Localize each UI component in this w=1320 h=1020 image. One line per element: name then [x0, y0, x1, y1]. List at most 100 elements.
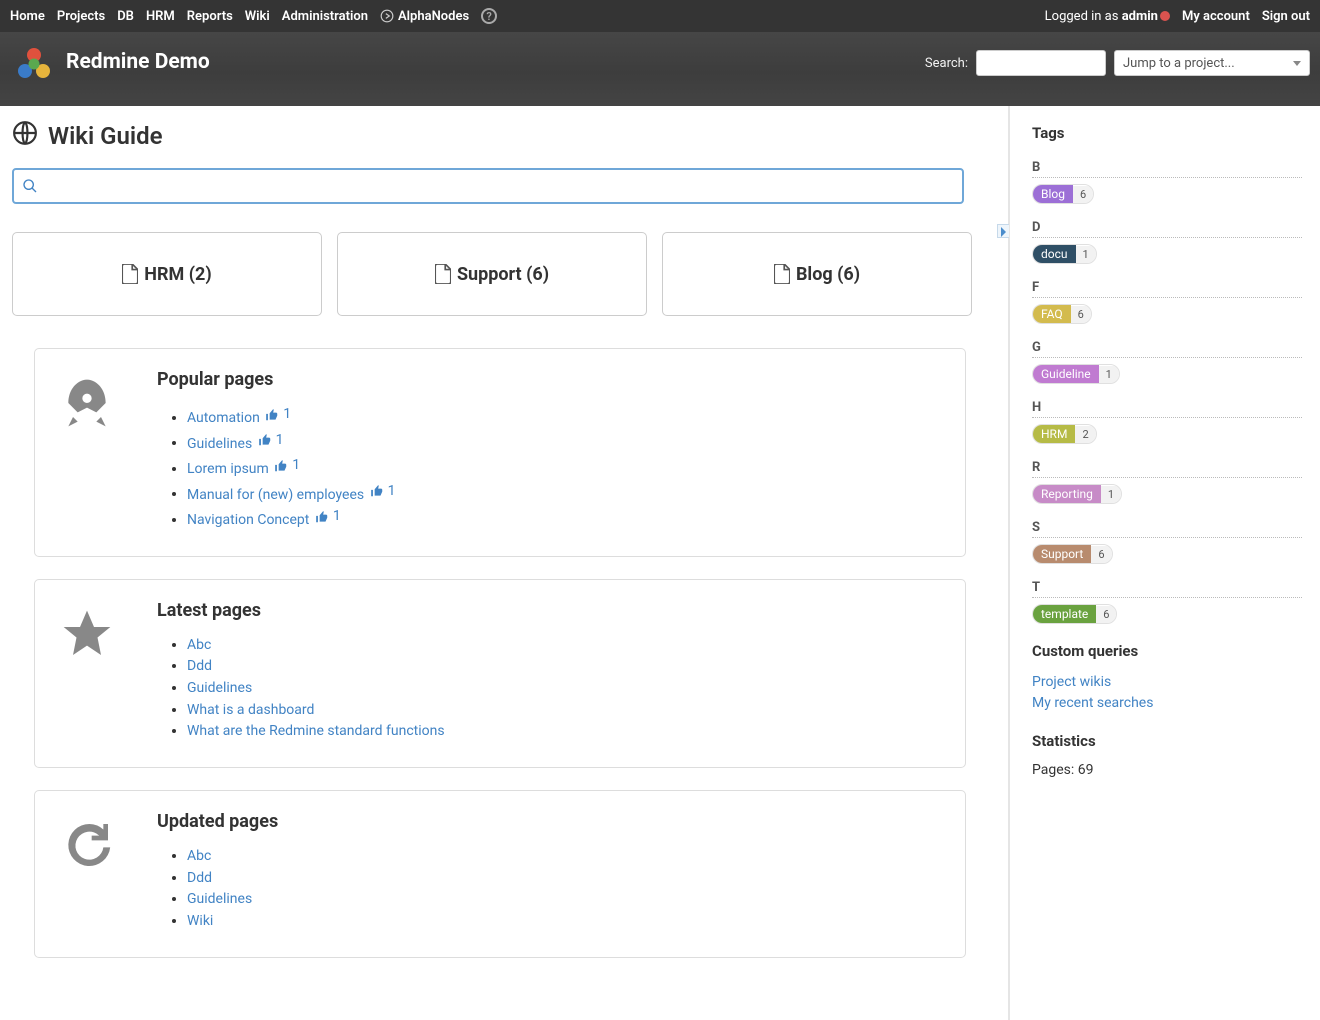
nav-reports[interactable]: Reports — [187, 9, 233, 24]
likes: 1 — [315, 506, 341, 528]
tag-count: 1 — [1076, 246, 1096, 263]
tag-pill[interactable]: Blog6 — [1032, 184, 1094, 204]
card-blog[interactable]: Blog (6) — [662, 232, 972, 316]
tag-pill[interactable]: FAQ6 — [1032, 304, 1092, 324]
tag-pill[interactable]: docu1 — [1032, 244, 1097, 264]
nav-db[interactable]: DB — [117, 9, 134, 24]
page-icon — [435, 264, 451, 284]
tag-count: 6 — [1091, 546, 1111, 563]
page-link[interactable]: Guidelines — [187, 891, 252, 907]
page-link[interactable]: Guidelines — [187, 435, 252, 451]
global-search-input[interactable] — [976, 50, 1106, 76]
logged-in-prefix: Logged in as — [1045, 9, 1122, 24]
card-label: HRM (2) — [144, 264, 211, 285]
likes: 1 — [274, 455, 300, 477]
nav-sign-out[interactable]: Sign out — [1262, 9, 1310, 24]
panel-heading: Popular pages — [157, 369, 395, 390]
thumbs-up-icon — [265, 408, 279, 422]
page-link[interactable]: Abc — [187, 848, 211, 864]
tag-name: Blog — [1033, 185, 1073, 203]
nav-my-account[interactable]: My account — [1182, 9, 1250, 24]
list-item: Guidelines — [187, 889, 278, 911]
updated-list: Abc Ddd Guidelines Wiki — [157, 846, 278, 933]
list-item: Guidelines — [187, 678, 445, 700]
app-logo-icon[interactable] — [14, 44, 54, 84]
tag-count: 1 — [1099, 366, 1119, 383]
tag-name: HRM — [1033, 425, 1075, 443]
tag-letter: H — [1032, 394, 1302, 418]
tag-letter: G — [1032, 334, 1302, 358]
page-link[interactable]: Automation — [187, 410, 260, 426]
tag-count: 6 — [1073, 186, 1093, 203]
likes: 1 — [370, 481, 396, 503]
tag-name: docu — [1033, 245, 1076, 263]
wiki-search-box[interactable] — [12, 168, 964, 204]
wiki-search-input[interactable] — [38, 170, 954, 202]
thumbs-up-icon — [315, 510, 329, 524]
statistics-heading: Statistics — [1032, 732, 1302, 750]
nav-alphanodes[interactable]: AlphaNodes — [380, 9, 469, 24]
nav-home[interactable]: Home — [10, 9, 45, 24]
tag-pill[interactable]: template6 — [1032, 604, 1117, 624]
likes-count: 1 — [388, 481, 396, 503]
tag-name: Reporting — [1033, 485, 1101, 503]
sidebar-collapse-handle[interactable] — [997, 224, 1009, 238]
panel-heading: Updated pages — [157, 811, 278, 832]
custom-query-link[interactable]: Project wikis — [1032, 674, 1111, 690]
custom-query-link[interactable]: My recent searches — [1032, 695, 1153, 711]
thumbs-up-icon — [258, 433, 272, 447]
help-icon[interactable]: ? — [481, 8, 497, 24]
rocket-icon — [55, 369, 119, 532]
list-item: Manual for (new) employees 1 — [187, 481, 395, 507]
likes-count: 1 — [333, 506, 341, 528]
page-link[interactable]: Lorem ipsum — [187, 461, 269, 477]
card-label: Support (6) — [457, 264, 549, 285]
tag-pill[interactable]: Guideline1 — [1032, 364, 1120, 384]
tag-letter: B — [1032, 154, 1302, 178]
search-label: Search: — [925, 56, 968, 71]
card-hrm[interactable]: HRM (2) — [12, 232, 322, 316]
card-support[interactable]: Support (6) — [337, 232, 647, 316]
list-item: Ddd — [187, 656, 445, 678]
page-link[interactable]: Wiki — [187, 913, 213, 929]
panel-updated: Updated pages Abc Ddd Guidelines Wiki — [34, 790, 966, 958]
page-link[interactable]: What are the Redmine standard functions — [187, 723, 445, 739]
star-icon — [55, 600, 119, 743]
nav-wiki[interactable]: Wiki — [245, 9, 270, 24]
page-link[interactable]: Ddd — [187, 870, 212, 886]
nav-administration[interactable]: Administration — [282, 9, 368, 24]
page-link[interactable]: Ddd — [187, 658, 212, 674]
app-title[interactable]: Redmine Demo — [66, 50, 210, 74]
nav-hrm[interactable]: HRM — [146, 9, 175, 24]
panel-latest: Latest pages Abc Ddd Guidelines What is … — [34, 579, 966, 768]
page-title-text: Wiki Guide — [48, 122, 163, 150]
tag-pill[interactable]: Support6 — [1032, 544, 1113, 564]
latest-list: Abc Ddd Guidelines What is a dashboard W… — [157, 635, 445, 743]
page-link[interactable]: Abc — [187, 637, 211, 653]
tag-count: 1 — [1101, 486, 1121, 503]
panel-popular: Popular pages Automation 1 Guidelines 1 … — [34, 348, 966, 557]
tag-count: 6 — [1071, 306, 1091, 323]
tag-name: Support — [1033, 545, 1091, 563]
page-link[interactable]: Guidelines — [187, 680, 252, 696]
tag-letter: T — [1032, 574, 1302, 598]
search-icon — [22, 178, 38, 194]
project-jump-select[interactable]: Jump to a project... — [1114, 50, 1310, 76]
panel-heading: Latest pages — [157, 600, 445, 621]
logged-in-user[interactable]: admin — [1122, 9, 1158, 24]
likes: 1 — [265, 404, 291, 426]
list-item: Guidelines 1 — [187, 430, 395, 456]
page-link[interactable]: What is a dashboard — [187, 702, 314, 718]
list-item: Ddd — [187, 868, 278, 890]
tag-name: FAQ — [1033, 305, 1071, 323]
page-link[interactable]: Navigation Concept — [187, 512, 309, 528]
likes-count: 1 — [292, 455, 300, 477]
tag-pill[interactable]: Reporting1 — [1032, 484, 1122, 504]
header: Redmine Demo Search: Jump to a project..… — [0, 32, 1320, 106]
popular-list: Automation 1 Guidelines 1 Lorem ipsum 1 … — [157, 404, 395, 532]
page-link[interactable]: Manual for (new) employees — [187, 486, 364, 502]
nav-projects[interactable]: Projects — [57, 9, 105, 24]
list-item: Lorem ipsum 1 — [187, 455, 395, 481]
tag-pill[interactable]: HRM2 — [1032, 424, 1097, 444]
tag-letter: F — [1032, 274, 1302, 298]
